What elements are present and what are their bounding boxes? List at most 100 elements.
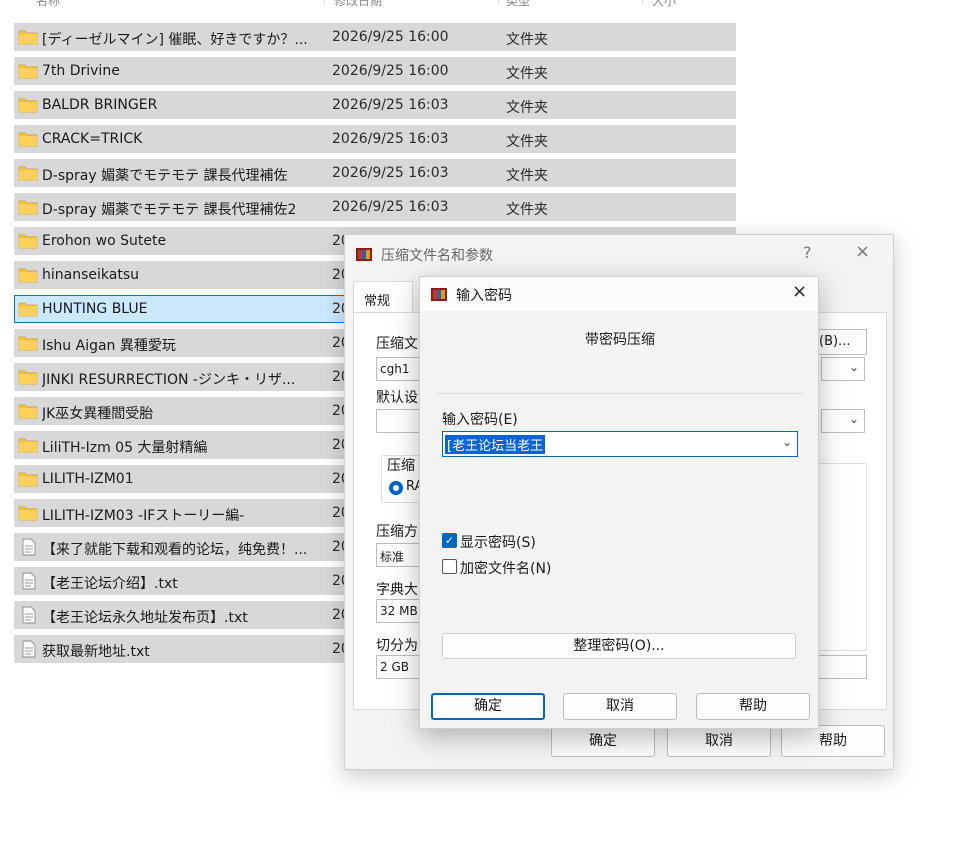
column-headers: 名称 修改日期 类型 大小 (0, 0, 740, 8)
cancel-button[interactable]: 取消 (563, 693, 677, 720)
folder-icon (18, 96, 38, 114)
file-name: HUNTING BLUE (42, 301, 148, 317)
file-name: Erohon wo Sutete (42, 233, 167, 249)
file-row[interactable]: [ディーゼルマイン] 催眠、好きですか？... 2026/9/25 16:00 文件… (14, 23, 736, 51)
help-button[interactable]: 帮助 (781, 725, 885, 757)
file-name: CRACK=TRICK (42, 131, 143, 147)
folder-icon (18, 368, 38, 386)
chevron-down-icon: ⌄ (848, 412, 859, 426)
folder-icon (18, 28, 38, 46)
close-icon[interactable]: × (855, 241, 870, 262)
file-name: LiliTH-Izm 05 大量射精編 (42, 440, 208, 456)
format-label: 压缩 (387, 458, 415, 474)
file-name: 【老王论坛永久地址发布页】.txt (42, 610, 248, 626)
column-divider[interactable] (324, 0, 325, 6)
folder-icon (18, 402, 38, 420)
file-row[interactable]: D-spray 媚薬でモテモテ 課長代理補佐 2026/9/25 16:03 文件夹 (14, 159, 736, 187)
file-type: 文件夹 (506, 32, 548, 48)
method-label: 压缩方 (376, 524, 418, 540)
file-name: LILITH-IZM03 -IFストーリー編- (42, 508, 245, 524)
folder-icon (18, 266, 38, 284)
dictionary-combo[interactable]: 32 MB (376, 599, 422, 623)
file-type: 文件夹 (506, 202, 548, 218)
tab-general-label: 常规 (364, 294, 391, 309)
file-name: hinanseikatsu (42, 267, 139, 283)
column-size-header[interactable]: 大小 (652, 0, 676, 9)
ok-button[interactable]: 确定 (551, 725, 655, 757)
split-combo[interactable]: 2 GB (376, 655, 422, 679)
file-row[interactable]: CRACK=TRICK 2026/9/25 16:03 文件夹 (14, 125, 736, 153)
file-date: 2026/9/25 16:03 (332, 131, 449, 147)
title-bar: 输入密码 × (420, 277, 818, 311)
browse-button[interactable]: (B)... (815, 329, 867, 355)
file-name: 【来了就能下载和观看的论坛，纯免费！... (42, 542, 308, 558)
password-value: [老王论坛当老王 (445, 435, 546, 454)
folder-icon (18, 62, 38, 80)
file-row[interactable]: D-spray 媚薬でモテモテ 課長代理補佐2 2026/9/25 16:03 文件… (14, 193, 736, 221)
show-password-checkbox[interactable]: ✓ (442, 533, 457, 548)
tab-general[interactable]: 常规 (353, 281, 413, 313)
file-name: JK巫女異種閻受胎 (42, 406, 154, 422)
column-divider[interactable] (498, 0, 499, 6)
file-type: 文件夹 (506, 100, 548, 116)
title-bar: 压缩文件名和参数 ? × (345, 235, 893, 273)
format-radio-rar[interactable] (389, 481, 403, 495)
column-date-header[interactable]: 修改日期 (334, 0, 382, 9)
file-date: 2026/9/25 16:03 (332, 165, 449, 181)
enter-password-dialog: 输入密码 × 带密码压缩 输入密码(E) [老王论坛当老王 ⌄ ✓ 显示密码(S… (419, 276, 819, 729)
dialog-heading: 带密码压缩 (585, 332, 655, 348)
file-date: 2026/9/25 16:00 (332, 63, 449, 79)
close-icon[interactable]: × (792, 281, 807, 302)
cancel-button[interactable]: 取消 (667, 725, 771, 757)
text-file-icon (18, 640, 38, 658)
organize-passwords-button[interactable]: 整理密码(O)... (442, 633, 796, 659)
show-password-label[interactable]: 显示密码(S) (460, 532, 536, 552)
file-name: D-spray 媚薬でモテモテ 課長代理補佐2 (42, 202, 297, 218)
folder-icon (18, 436, 38, 454)
profile-combo[interactable]: ⌄ (821, 409, 865, 433)
file-name: BALDR BRINGER (42, 97, 158, 113)
help-icon[interactable]: ? (803, 243, 812, 262)
file-name: Ishu Aigan 異種愛玩 (42, 338, 176, 354)
ok-button[interactable]: 确定 (431, 693, 545, 720)
default-profile-label: 默认设 (376, 390, 418, 406)
file-name: 获取最新地址.txt (42, 644, 150, 660)
file-name: LILITH-IZM01 (42, 471, 134, 487)
archive-name-input[interactable]: cgh1 (376, 357, 422, 381)
text-file-icon (18, 572, 38, 590)
folder-icon (18, 164, 38, 182)
chevron-down-icon[interactable]: ⌄ (782, 435, 792, 449)
column-name-header[interactable]: 名称 (36, 0, 60, 9)
text-file-icon (18, 606, 38, 624)
file-name: [ディーゼルマイン] 催眠、好きですか？... (42, 32, 308, 48)
file-row[interactable]: 7th Drivine 2026/9/25 16:00 文件夹 (14, 57, 736, 85)
winrar-icon (356, 248, 372, 261)
method-combo[interactable]: 标准 (376, 543, 422, 567)
file-date: 2026/9/25 16:00 (332, 29, 449, 45)
divider (436, 393, 804, 394)
help-button[interactable]: 帮助 (696, 693, 810, 720)
file-name: JINKI RESURRECTION -ジンキ・リザ... (42, 372, 296, 388)
chevron-down-icon: ⌄ (848, 360, 859, 374)
folder-icon (18, 198, 38, 216)
update-mode-combo[interactable]: ⌄ (821, 357, 865, 381)
column-divider[interactable] (642, 0, 643, 6)
file-name: D-spray 媚薬でモテモテ 課長代理補佐 (42, 168, 288, 184)
default-profile-combo[interactable] (376, 409, 422, 433)
archive-name-label: 压缩文 (376, 336, 418, 352)
password-label: 输入密码(E) (442, 412, 518, 428)
password-input[interactable]: [老王论坛当老王 ⌄ (442, 431, 798, 457)
encrypt-file-names-checkbox[interactable] (442, 559, 457, 574)
column-type-header[interactable]: 类型 (506, 0, 530, 9)
file-type: 文件夹 (506, 66, 548, 82)
encrypt-file-names-label[interactable]: 加密文件名(N) (460, 558, 551, 578)
text-file-icon (18, 538, 38, 556)
folder-icon (18, 470, 38, 488)
dictionary-label: 字典大 (376, 582, 418, 598)
dialog-title: 输入密码 (456, 288, 512, 304)
file-name: 7th Drivine (42, 63, 120, 79)
file-date: 2026/9/25 16:03 (332, 199, 449, 215)
file-type: 文件夹 (506, 168, 548, 184)
folder-icon (18, 232, 38, 250)
file-row[interactable]: BALDR BRINGER 2026/9/25 16:03 文件夹 (14, 91, 736, 119)
